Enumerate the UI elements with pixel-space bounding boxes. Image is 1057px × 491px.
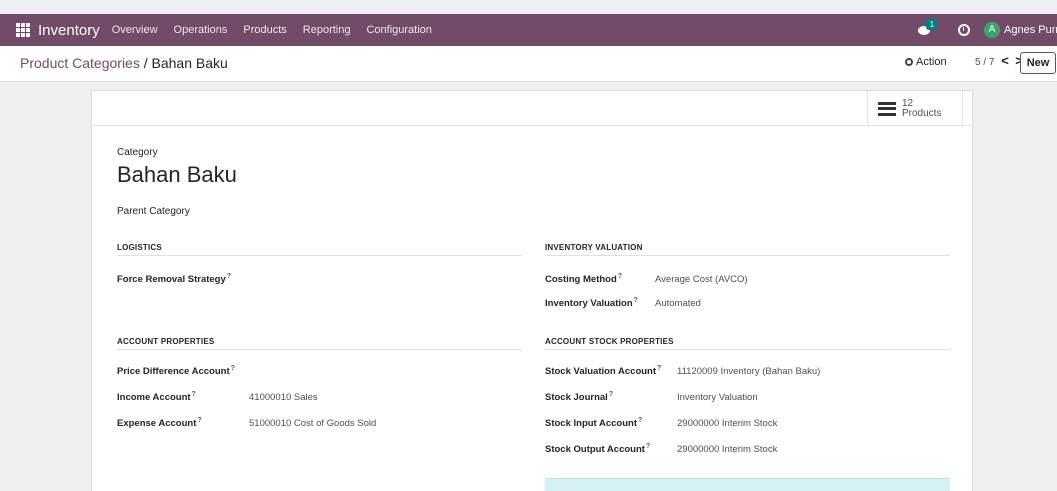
expense-account-field[interactable]: 51000010 Cost of Goods Sold xyxy=(249,418,376,429)
expense-account-label: Expense Account? xyxy=(117,417,202,430)
inventory-valuation-field[interactable]: Automated xyxy=(655,298,701,309)
stock-input-account-field[interactable]: 29000000 Interim Stock xyxy=(677,418,777,429)
logistics-header: LOGISTICS xyxy=(117,243,522,256)
breadcrumb-current: Bahan Baku xyxy=(151,55,228,71)
help-icon: ? xyxy=(191,391,196,398)
info-alert xyxy=(545,478,950,491)
pager-value[interactable]: 5 / 7 xyxy=(975,57,994,68)
menu-operations[interactable]: Operations xyxy=(174,24,228,36)
stock-journal-field[interactable]: Inventory Valuation xyxy=(677,392,758,403)
chat-icon[interactable]: 1 xyxy=(918,19,938,37)
control-panel: Product Categories / Bahan Baku Action 5… xyxy=(0,46,1057,82)
category-label: Category xyxy=(117,147,158,158)
list-icon xyxy=(878,101,896,116)
costing-method-field[interactable]: Average Cost (AVCO) xyxy=(655,274,748,285)
price-difference-account-label: Price Difference Account? xyxy=(117,365,235,378)
top-navbar: Inventory Overview Operations Products R… xyxy=(0,14,1057,46)
stock-output-account-field[interactable]: 29000000 Interim Stock xyxy=(677,444,777,455)
form-sheet: 12 Products Category Bahan Baku Parent C… xyxy=(91,90,973,491)
help-icon: ? xyxy=(657,365,662,372)
menu-products[interactable]: Products xyxy=(243,24,286,36)
menu-overview[interactable]: Overview xyxy=(112,24,158,36)
help-icon: ? xyxy=(633,297,638,304)
action-button[interactable]: Action xyxy=(905,56,947,68)
stock-valuation-account-field[interactable]: 11120009 Inventory (Bahan Baku) xyxy=(677,366,820,377)
stock-input-account-label: Stock Input Account? xyxy=(545,417,643,430)
pager-previous-icon[interactable]: < xyxy=(1000,54,1010,68)
help-icon: ? xyxy=(230,365,235,372)
account-stock-properties-header: ACCOUNT STOCK PROPERTIES xyxy=(545,337,950,350)
menu-configuration[interactable]: Configuration xyxy=(366,24,431,36)
stock-output-account-label: Stock Output Account? xyxy=(545,443,651,456)
help-icon: ? xyxy=(645,443,651,450)
inventory-valuation-label: Inventory Valuation? xyxy=(545,297,638,310)
avatar[interactable]: A xyxy=(984,22,1000,38)
stock-valuation-account-label: Stock Valuation Account? xyxy=(545,365,662,378)
help-icon: ? xyxy=(608,391,614,398)
help-icon: ? xyxy=(197,417,202,424)
help-icon: ? xyxy=(226,273,232,280)
account-properties-header: ACCOUNT PROPERTIES xyxy=(117,337,522,350)
menu-reporting[interactable]: Reporting xyxy=(303,24,351,36)
stock-journal-label: Stock Journal? xyxy=(545,391,614,404)
button-box: 12 Products xyxy=(92,91,972,126)
products-count: 12 xyxy=(902,97,914,109)
parent-category-label: Parent Category xyxy=(117,206,190,217)
income-account-field[interactable]: 41000010 Sales xyxy=(249,392,318,403)
action-label: Action xyxy=(916,56,947,68)
products-smart-button[interactable]: 12 Products xyxy=(867,91,963,126)
gear-icon xyxy=(905,58,913,66)
income-account-label: Income Account? xyxy=(117,391,196,404)
app-name[interactable]: Inventory xyxy=(38,22,100,39)
new-button[interactable]: New xyxy=(1020,52,1056,74)
breadcrumb-separator: / xyxy=(139,55,152,71)
activity-clock-icon[interactable] xyxy=(958,24,970,36)
breadcrumb: Product Categories / Bahan Baku xyxy=(20,55,228,71)
help-icon: ? xyxy=(617,273,623,280)
category-name-field[interactable]: Bahan Baku xyxy=(117,162,237,188)
user-name[interactable]: Agnes Purnamasari xyxy=(1004,24,1057,36)
chat-badge: 1 xyxy=(926,19,938,30)
navbar-systray: 1 A Agnes Purnamasari xyxy=(918,14,1057,46)
help-icon: ? xyxy=(638,417,643,424)
breadcrumb-product-categories[interactable]: Product Categories xyxy=(20,55,140,71)
inventory-valuation-header: INVENTORY VALUATION xyxy=(545,243,950,256)
force-removal-strategy-label: Force Removal Strategy? xyxy=(117,273,232,286)
products-label: Products xyxy=(902,107,942,119)
costing-method-label: Costing Method? xyxy=(545,273,623,286)
apps-menu-icon[interactable] xyxy=(16,23,30,37)
